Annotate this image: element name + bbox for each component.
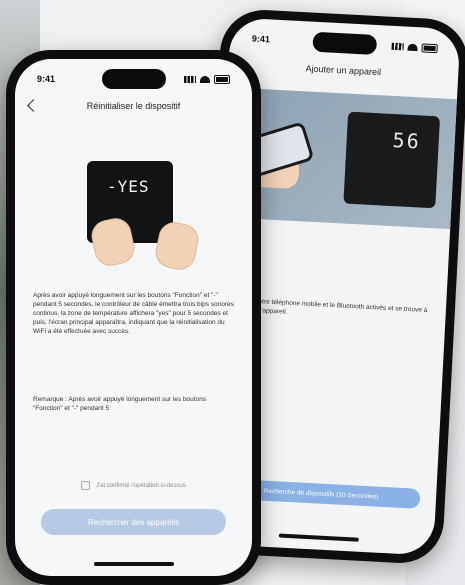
page-title: Ajouter un appareil [305, 63, 382, 78]
confirm-label: J'ai confirmé l'opération ci-dessus [96, 482, 186, 489]
confirm-row[interactable]: J'ai confirmé l'opération ci-dessus [15, 481, 252, 490]
thermostat-display: -YES [107, 177, 150, 196]
page-title: Réinitialiser le dispositif [86, 101, 181, 111]
signal-icon [391, 42, 404, 50]
right-hand-icon [152, 219, 202, 273]
home-indicator [278, 533, 359, 542]
thermostat-illustration: 56 [343, 111, 441, 209]
back-icon[interactable] [27, 99, 40, 112]
instruction-paragraph: Après avoir appuyé longuement sur les bo… [33, 292, 234, 335]
confirm-checkbox[interactable] [81, 481, 91, 490]
status-bar: 9:41 [15, 69, 252, 89]
status-time: 9:41 [251, 33, 271, 45]
wifi-icon [200, 75, 210, 83]
note-paragraph: Remarque : Après avoir appuyé longuement… [33, 396, 207, 412]
thermostat-display: 56 [392, 127, 422, 154]
wifi-icon [407, 43, 418, 51]
search-devices-button[interactable]: Rechercher des appareils [41, 509, 226, 535]
page-header: Réinitialiser le dispositif [15, 99, 252, 123]
status-icons [391, 41, 438, 53]
battery-icon [421, 42, 438, 53]
status-icons [184, 74, 230, 84]
signal-icon [184, 75, 196, 83]
phone-front: 9:41 Réinitialiser le dispositif -YES Ap… [6, 50, 261, 585]
hands-illustration [88, 209, 203, 273]
screen-reset-device: 9:41 Réinitialiser le dispositif -YES Ap… [15, 59, 252, 576]
left-hand-icon [88, 215, 138, 269]
status-bar: 9:41 [229, 27, 460, 59]
battery-icon [214, 74, 230, 84]
status-time: 9:41 [37, 74, 56, 84]
instruction-text: ...s que votre téléphone mobile et le Bl… [231, 297, 428, 316]
home-indicator [93, 562, 174, 566]
